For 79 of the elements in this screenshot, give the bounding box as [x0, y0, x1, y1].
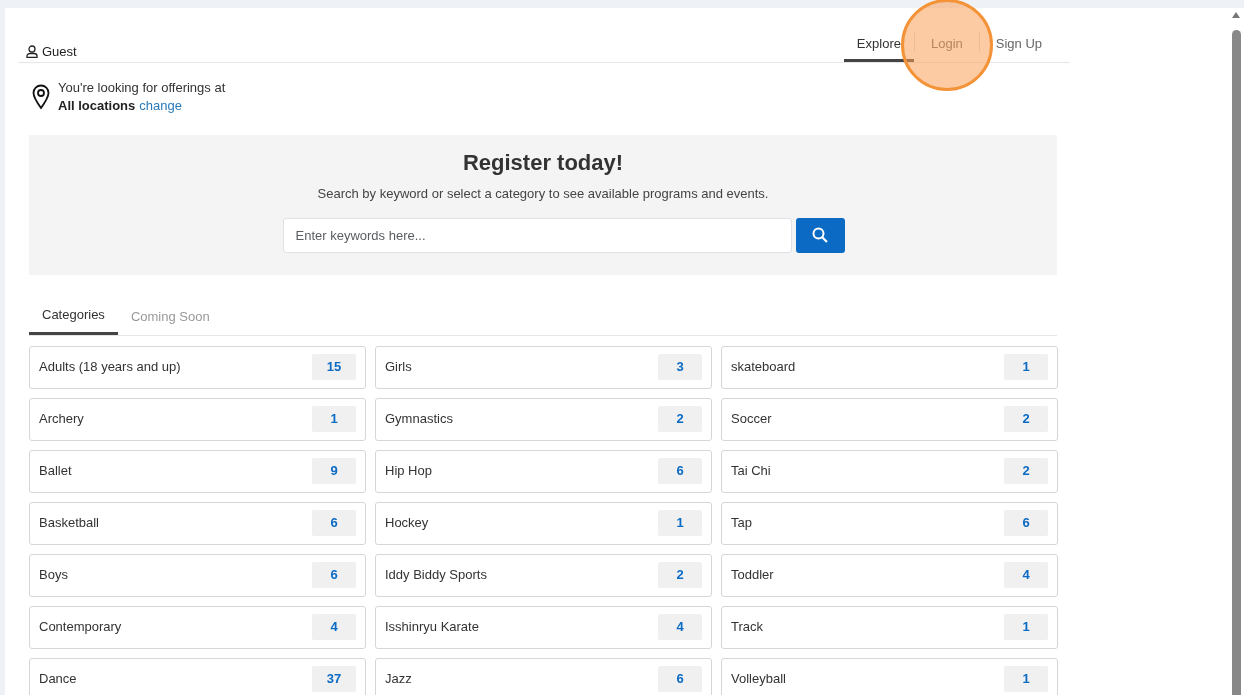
category-count: 15 [312, 354, 356, 380]
category-count: 1 [312, 406, 356, 432]
category-item[interactable]: skateboard 1 [721, 345, 1058, 389]
category-name: Toddler [731, 566, 774, 585]
category-item[interactable]: Isshinryu Karate 4 [375, 605, 712, 649]
scroll-up-icon[interactable] [1232, 12, 1240, 18]
category-count: 4 [1004, 562, 1048, 588]
location-value: All locations [58, 97, 136, 115]
location-pin-icon [32, 84, 50, 110]
category-item[interactable]: Jazz 6 [375, 657, 712, 695]
category-count: 6 [312, 510, 356, 536]
category-name: Iddy Biddy Sports [385, 566, 487, 585]
change-link[interactable]: change [139, 97, 182, 115]
category-item[interactable]: Adults (18 years and up) 15 [29, 345, 366, 389]
category-count: 1 [1004, 666, 1048, 692]
category-count: 1 [658, 510, 702, 536]
category-name: Gymnastics [385, 410, 453, 429]
category-name: Soccer [731, 410, 772, 429]
category-count: 2 [658, 406, 702, 432]
user-name: Guest [42, 42, 77, 61]
location-intro: You're looking for offerings at [58, 79, 226, 97]
category-name: Jazz [385, 670, 412, 689]
category-tab[interactable]: Categories [29, 301, 118, 335]
category-item[interactable]: Tap 6 [721, 501, 1058, 545]
category-item[interactable]: Iddy Biddy Sports 2 [375, 553, 712, 597]
category-name: Tai Chi [731, 462, 771, 481]
category-count: 4 [658, 614, 702, 640]
category-count: 9 [312, 458, 356, 484]
scrollbar-thumb[interactable] [1232, 30, 1241, 695]
category-name: Archery [39, 410, 84, 429]
category-item[interactable]: Girls 3 [375, 345, 712, 389]
hero-subtitle: Search by keyword or select a category to see available programs and events. [317, 185, 769, 204]
category-item[interactable]: Contemporary 4 [29, 605, 366, 649]
category-item[interactable]: Tai Chi 2 [721, 449, 1058, 493]
category-name: Hockey [385, 514, 429, 533]
category-item[interactable]: Archery 1 [29, 397, 366, 441]
category-item[interactable]: Dance 37 [29, 657, 366, 695]
nav-tab[interactable]: Sign Up [979, 27, 1058, 62]
category-item[interactable]: Ballet 9 [29, 449, 366, 493]
category-item[interactable]: Basketball 6 [29, 501, 366, 545]
category-name: Basketball [39, 514, 99, 533]
category-name: Boys [39, 566, 68, 585]
search-icon [812, 227, 828, 244]
category-item[interactable]: Gymnastics 2 [375, 397, 712, 441]
category-name: Adults (18 years and up) [39, 358, 181, 377]
category-item[interactable]: Soccer 2 [721, 397, 1058, 441]
hero-title: Register today! [462, 150, 624, 177]
category-item[interactable]: Track 1 [721, 605, 1058, 649]
category-name: Tap [731, 514, 752, 533]
nav-tab[interactable]: Explore [843, 27, 914, 62]
category-name: Girls [385, 358, 412, 377]
category-count: 6 [658, 458, 702, 484]
category-count: 6 [312, 562, 356, 588]
category-count: 1 [1004, 354, 1048, 380]
category-count: 3 [658, 354, 702, 380]
category-item[interactable]: Boys 6 [29, 553, 366, 597]
category-item[interactable]: Toddler 4 [721, 553, 1058, 597]
category-name: Isshinryu Karate [385, 618, 479, 637]
category-count: 6 [1004, 510, 1048, 536]
category-name: Track [731, 618, 764, 637]
category-count: 2 [1004, 406, 1048, 432]
category-count: 1 [1004, 614, 1048, 640]
category-count: 4 [312, 614, 356, 640]
user-icon [26, 44, 38, 58]
category-count: 6 [658, 666, 702, 692]
category-name: Volleyball [731, 670, 786, 689]
category-item[interactable]: Volleyball 1 [721, 657, 1058, 695]
search-button[interactable] [795, 217, 845, 253]
category-name: Contemporary [39, 618, 122, 637]
keyword-search-field[interactable]: Enter keywords here... [282, 217, 792, 253]
category-item[interactable]: Hip Hop 6 [375, 449, 712, 493]
category-name: skateboard [731, 358, 796, 377]
category-count: 2 [1004, 458, 1048, 484]
category-name: Dance [39, 670, 77, 689]
category-count: 2 [658, 562, 702, 588]
category-count: 37 [312, 666, 356, 692]
category-item[interactable]: Hockey 1 [375, 501, 712, 545]
category-name: Ballet [39, 462, 72, 481]
category-name: Hip Hop [385, 462, 432, 481]
